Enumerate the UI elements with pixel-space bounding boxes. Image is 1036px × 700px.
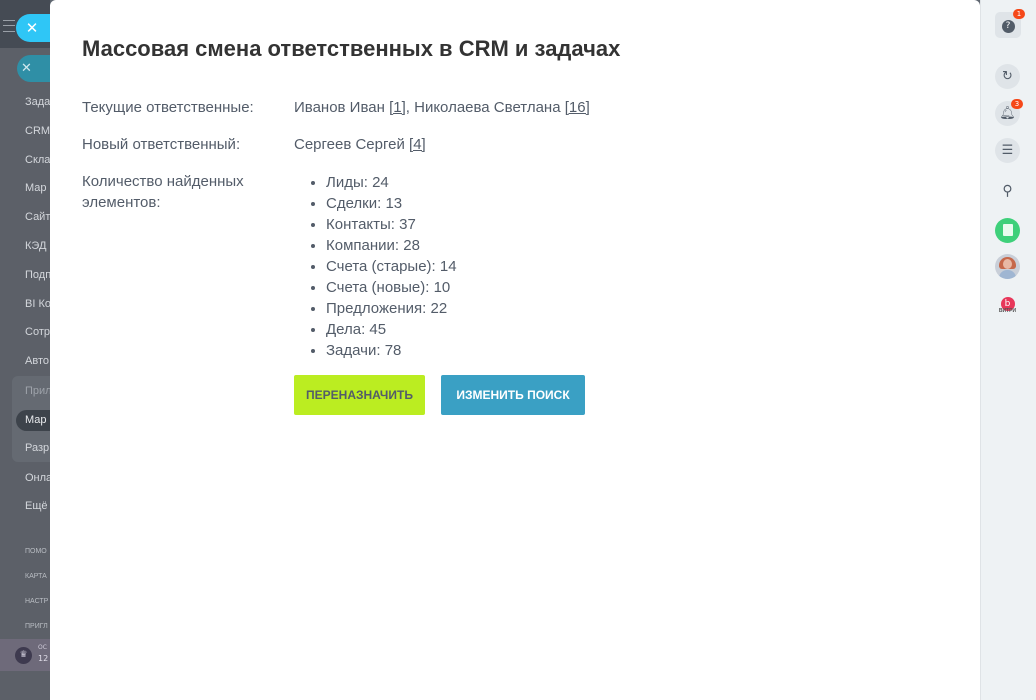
notifications-badge: 3: [1011, 99, 1023, 109]
list-item: Сделки: 13: [326, 193, 457, 214]
nav-item-crm[interactable]: CRM: [25, 125, 50, 137]
nav-item-apps[interactable]: Прил: [25, 385, 50, 397]
nav-item-tasks[interactable]: Зада: [25, 96, 50, 108]
left-navigation: ✕ Зада CRM Скла Мар Сайт КЭД Подп BI Ко …: [0, 0, 50, 700]
current-user-count-link-2[interactable]: [16]: [565, 99, 590, 116]
document-icon: [1002, 224, 1013, 236]
plan-days: 12: [38, 654, 49, 663]
user-avatar[interactable]: [995, 254, 1020, 279]
refresh-icon[interactable]: ↻: [995, 64, 1020, 89]
vitri-caption: ВИТРИ: [998, 308, 1017, 314]
nav-item-online[interactable]: Онла: [25, 472, 50, 484]
nav-link-settings[interactable]: НАСТР: [25, 598, 48, 605]
plan-label: ОС: [38, 644, 47, 651]
nav-link-help[interactable]: ПОМО: [25, 548, 47, 555]
nav-item-dev[interactable]: Разр: [25, 442, 49, 454]
new-user-count-link[interactable]: [4]: [409, 136, 426, 153]
menu-icon[interactable]: [3, 20, 15, 32]
vitri-app-icon[interactable]: b ВИТРИ: [995, 290, 1020, 315]
question-icon: ?: [1001, 20, 1015, 33]
reassign-button[interactable]: Переназначить: [294, 375, 425, 415]
nav-item-marketing[interactable]: Мар: [25, 182, 47, 194]
list-item: Лиды: 24: [326, 172, 457, 193]
notifications-button[interactable]: 🔔︎ 3: [995, 99, 1023, 126]
list-item: Компании: 28: [326, 235, 457, 256]
nav-item-sites[interactable]: Сайт: [25, 211, 50, 223]
current-user-separator: ,: [405, 99, 410, 116]
search-icon[interactable]: ⚲: [995, 179, 1020, 204]
current-user-name-1: Иванов Иван: [294, 99, 385, 116]
list-item: Контакты: 37: [326, 214, 457, 235]
nav-link-invite[interactable]: ПРИГЛ: [25, 623, 48, 630]
current-responsible-label: Текущие ответственные:: [82, 99, 254, 116]
right-toolbar: ? 1 ↻ 🔔︎ 3 ☰ ⚲ b ВИТРИ: [980, 0, 1036, 700]
close-icon: ✕: [25, 19, 39, 37]
change-search-button[interactable]: Изменить поиск: [441, 375, 585, 415]
nav-item-automation[interactable]: Авто: [25, 355, 49, 367]
nav-item-signature[interactable]: Подп: [25, 269, 50, 281]
current-responsible-value: Иванов Иван [1], Николаева Светлана [16]: [294, 97, 590, 118]
found-items-list: Лиды: 24 Сделки: 13 Контакты: 37 Компани…: [294, 172, 457, 361]
current-user-count-link-1[interactable]: [1]: [389, 99, 406, 116]
new-responsible-value: Сергеев Сергей [4]: [294, 134, 426, 155]
list-item: Задачи: 78: [326, 340, 457, 361]
chat-icon[interactable]: ☰: [995, 138, 1020, 163]
page-title: Массовая смена ответственных в CRM и зад…: [82, 36, 621, 61]
nav-item-kedo[interactable]: КЭД: [25, 240, 46, 252]
help-button[interactable]: ? 1: [995, 9, 1025, 38]
nav-item-warehouse[interactable]: Скла: [25, 154, 50, 166]
close-slider-button[interactable]: ✕: [16, 14, 50, 42]
list-item: Предложения: 22: [326, 298, 457, 319]
list-item: Счета (новые): 10: [326, 277, 457, 298]
list-item: Дела: 45: [326, 319, 457, 340]
found-count-label: Количество найденных элементов:: [82, 173, 244, 211]
crown-icon: ♛: [15, 647, 32, 664]
nav-item-market[interactable]: Мар: [25, 414, 47, 426]
nav-item-more[interactable]: Ещё: [25, 500, 48, 512]
new-user-name: Сергеев Сергей: [294, 136, 405, 153]
nav-item-employees[interactable]: Сотр: [25, 326, 50, 338]
list-item: Счета (старые): 14: [326, 256, 457, 277]
help-badge: 1: [1013, 9, 1025, 19]
nav-link-map[interactable]: КАРТА: [25, 573, 47, 580]
document-app-icon[interactable]: [995, 218, 1020, 243]
mass-reassign-panel: Массовая смена ответственных в CRM и зад…: [50, 0, 980, 700]
close-icon-secondary[interactable]: ✕: [17, 55, 50, 82]
current-user-name-2: Николаева Светлана: [414, 99, 561, 116]
nav-item-bi[interactable]: BI Ко: [25, 298, 50, 310]
new-responsible-label: Новый ответственный:: [82, 136, 241, 153]
